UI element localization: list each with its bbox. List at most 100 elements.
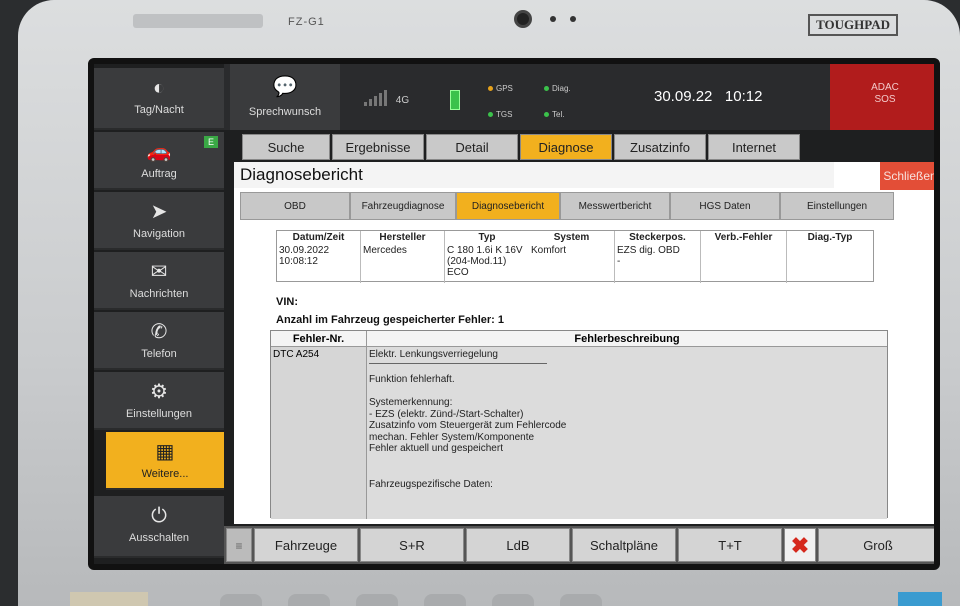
gps-indicator: GPS <box>488 84 513 93</box>
fault-line: - EZS (elektr. Zünd-/Start-Schalter) <box>369 408 524 420</box>
tab-messwertbericht[interactable]: Messwertbericht <box>560 192 670 220</box>
tel-indicator: Tel. <box>544 110 564 119</box>
info-col-hersteller: Hersteller Mercedes <box>361 231 445 283</box>
tab-zusatzinfo[interactable]: Zusatzinfo <box>614 134 706 160</box>
column-header: Steckerpos. <box>629 232 686 243</box>
sprechwunsch-label: Sprechwunsch <box>248 106 322 118</box>
sidebar-item-label: Einstellungen <box>125 408 193 420</box>
divider <box>369 362 547 364</box>
fault-function: Funktion fehlerhaft. <box>369 373 455 385</box>
close-button[interactable]: Schließen <box>880 162 934 190</box>
cell-value: EZS dig. OBD - <box>617 245 680 267</box>
fault-line: Systemerkennung: <box>369 397 453 408</box>
camera-icon <box>514 10 532 28</box>
network-label: 4G <box>395 95 410 106</box>
column-header: Diag.-Typ <box>807 232 853 243</box>
info-col-steckerpos: Steckerpos. EZS dig. OBD - <box>615 231 701 283</box>
bezel-sticker <box>70 592 148 606</box>
screen: ◐ Tag/Nacht E 🚗 Auftrag ➤ Navigation ✉ N… <box>88 58 940 570</box>
fault-count: Anzahl im Fahrzeug gespeicherter Fehler:… <box>276 314 505 326</box>
bottom-toolbar: ≡ Fahrzeuge S+R LdB Schaltpläne T+T ✖ Gr… <box>224 526 934 564</box>
sidebar-item-tag-nacht[interactable]: ◐ Tag/Nacht <box>94 68 224 130</box>
t-t-button[interactable]: T+T <box>678 528 782 562</box>
status-badge: E <box>204 136 218 148</box>
schaltplaene-button[interactable]: Schaltpläne <box>572 528 676 562</box>
hardware-button[interactable] <box>560 594 602 606</box>
tab-internet[interactable]: Internet <box>708 134 800 160</box>
clock: 30.09.22 10:12 <box>654 88 762 105</box>
column-header: Verb.-Fehler <box>714 232 773 243</box>
tab-fahrzeugdiagnose[interactable]: Fahrzeugdiagnose <box>350 192 456 220</box>
info-col-verb-fehler: Verb.-Fehler <box>701 231 787 283</box>
sidebar-item-auftrag[interactable]: E 🚗 Auftrag <box>94 132 224 190</box>
tel-dot-icon <box>544 112 549 118</box>
sidebar: ◐ Tag/Nacht E 🚗 Auftrag ➤ Navigation ✉ N… <box>94 64 224 564</box>
column-header-fehlerbeschreibung: Fehlerbeschreibung <box>367 331 887 347</box>
grid-icon: ▦ <box>155 441 175 463</box>
tel-label: Tel. <box>552 110 565 119</box>
sidebar-item-label: Nachrichten <box>129 288 189 300</box>
tab-obd[interactable]: OBD <box>240 192 350 220</box>
sidebar-item-telefon[interactable]: ✆ Telefon <box>94 312 224 370</box>
sensor-icon <box>570 16 576 22</box>
diag-dot-icon <box>544 86 549 92</box>
cell-value: 30.09.2022 10:08:12 <box>279 245 330 267</box>
gps-label: GPS <box>496 84 513 93</box>
tab-diagnose[interactable]: Diagnose <box>520 134 612 160</box>
s-r-button[interactable]: S+R <box>360 528 464 562</box>
device-model: FZ-G1 <box>288 16 325 28</box>
speech-bubble-icon: 💬 <box>272 76 298 98</box>
gross-button[interactable]: Groß <box>818 528 934 562</box>
hardware-button[interactable] <box>220 594 262 606</box>
tab-ergebnisse[interactable]: Ergebnisse <box>332 134 424 160</box>
fault-line: Zusatzinfo vom Steuergerät zum Fehlercod… <box>369 420 567 431</box>
hardware-button[interactable] <box>424 594 466 606</box>
bezel-brand-label <box>133 14 263 28</box>
hardware-button[interactable] <box>492 594 534 606</box>
vin-label: VIN: <box>276 296 298 308</box>
diagnosebericht-panel: Diagnosebericht Schließen OBD Fahrzeugdi… <box>234 162 934 524</box>
sprechwunsch-button[interactable]: 💬 Sprechwunsch <box>230 64 340 130</box>
tab-einstellungen[interactable]: Einstellungen <box>780 192 894 220</box>
fault-line: Fehler aktuell und gespeichert <box>369 443 503 454</box>
fahrzeuge-button[interactable]: Fahrzeuge <box>254 528 358 562</box>
tgs-label: TGS <box>496 110 513 119</box>
sidebar-item-einstellungen[interactable]: ⚙ Einstellungen <box>94 372 224 430</box>
vehicle-info-table: Datum/Zeit 30.09.2022 10:08:12 Herstelle… <box>276 230 874 283</box>
sensor-icon <box>550 16 556 22</box>
info-col-datum: Datum/Zeit 30.09.2022 10:08:12 <box>277 231 361 283</box>
half-circle-icon: ◐ <box>152 77 166 99</box>
cell-value: Komfort <box>531 245 567 256</box>
tab-detail[interactable]: Detail <box>426 134 518 160</box>
sidebar-item-label: Auftrag <box>141 168 177 180</box>
sidebar-item-nachrichten[interactable]: ✉ Nachrichten <box>94 252 224 310</box>
adac-sos-button[interactable]: ADAC SOS <box>830 64 934 130</box>
signal-indicator: 4G <box>364 90 409 106</box>
hardware-buttons <box>220 594 628 606</box>
fault-title: Elektr. Lenkungsverriegelung <box>369 349 498 360</box>
sos-label-bottom: SOS <box>874 94 896 105</box>
menu-handle-icon[interactable]: ≡ <box>226 528 252 562</box>
fault-code-cell[interactable]: DTC A254 <box>271 347 367 519</box>
status-bar: 💬 Sprechwunsch 4G GPS TGS Diag. Tel. 30.… <box>224 64 934 130</box>
fault-table: Fehler-Nr. Fehlerbeschreibung DTC A254 E… <box>270 330 888 519</box>
tab-hgs-daten[interactable]: HGS Daten <box>670 192 780 220</box>
hardware-button[interactable] <box>356 594 398 606</box>
sidebar-item-label: Weitere... <box>141 468 189 480</box>
column-header: Hersteller <box>379 232 426 243</box>
sidebar-item-ausschalten[interactable]: ⏻ Ausschalten <box>94 496 224 558</box>
hardware-button[interactable] <box>288 594 330 606</box>
diag-label: Diag. <box>552 84 571 93</box>
gps-dot-icon <box>488 86 493 92</box>
page-title: Diagnosebericht <box>234 162 834 188</box>
info-col-diag-typ: Diag.-Typ <box>787 231 873 283</box>
date-label: 30.09.22 <box>654 88 713 105</box>
close-icon[interactable]: ✖ <box>784 528 816 562</box>
cell-value: Mercedes <box>363 245 407 256</box>
ldb-button[interactable]: LdB <box>466 528 570 562</box>
tab-diagnosebericht[interactable]: Diagnosebericht <box>456 192 560 220</box>
tab-suche[interactable]: Suche <box>242 134 330 160</box>
sidebar-item-navigation[interactable]: ➤ Navigation <box>94 192 224 250</box>
sidebar-item-weitere[interactable]: ▦ Weitere... <box>106 432 224 490</box>
envelope-icon: ✉ <box>150 261 168 283</box>
